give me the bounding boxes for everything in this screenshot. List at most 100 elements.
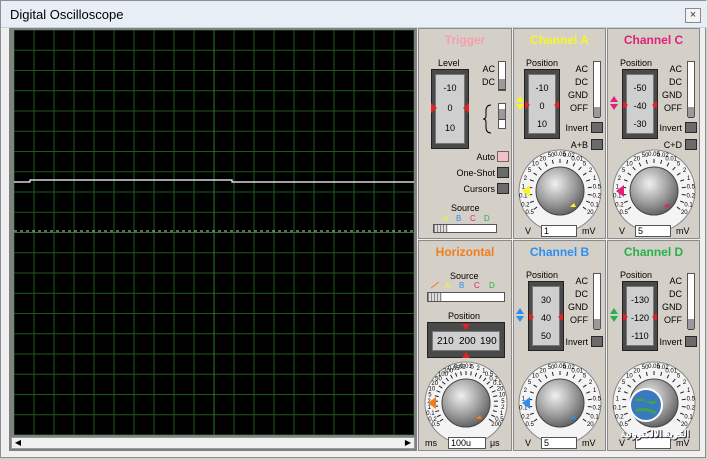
- trigger-marker-right-icon: [463, 103, 469, 113]
- dial-tick-label: 10: [626, 373, 633, 379]
- scope-screen: [13, 29, 415, 436]
- dial-tick-label: 0.5: [432, 422, 441, 428]
- oscilloscope-window: Digital Oscilloscope × ◀ ▶ Trigger Level…: [0, 0, 707, 458]
- trigger-auto-button[interactable]: [497, 151, 509, 162]
- channel-b-off-label: OFF: [570, 315, 588, 325]
- channel-c-marker-down-icon: [610, 104, 618, 110]
- dial-tick-label: 20: [633, 156, 640, 162]
- trigger-source-slider[interactable]: [433, 224, 497, 233]
- horizontal-position-wheel[interactable]: 210 200 190: [427, 322, 505, 358]
- channel-c-volts-dial[interactable]: 0.50.20.1125102050 0.050.020.015210.50.20…: [612, 149, 696, 233]
- scroll-left-icon[interactable]: ◀: [12, 438, 24, 448]
- trigger-edge-slider[interactable]: [498, 103, 506, 129]
- channel-a-volts-dial[interactable]: 0.50.20.1125102050 0.050.020.015210.50.20…: [518, 149, 602, 233]
- channel-b-unit-right: mV: [582, 438, 596, 448]
- channel-c-ac-label: AC: [669, 64, 682, 74]
- horizontal-timebase-dial[interactable]: 0.50.20.11251020501002000.050.020.015 2 10…: [424, 361, 508, 445]
- channel-d-panel: Channel D Position -130 -120 -110 AC DC …: [607, 240, 700, 451]
- trigger-scale-bot: 10: [444, 123, 455, 133]
- horizontal-scale-right: 190: [480, 336, 497, 347]
- dial-tick-label: 0.5: [593, 185, 602, 191]
- channel-c-coupling-slider[interactable]: [687, 61, 695, 118]
- horizontal-source-a: A: [445, 281, 451, 290]
- channel-d-ac-label: AC: [669, 276, 682, 286]
- scope-grid: [13, 29, 415, 436]
- channel-c-title: Channel C: [623, 33, 684, 47]
- trigger-dc-label: DC: [482, 77, 495, 87]
- channel-d-scale-mid: -120: [630, 313, 649, 323]
- channel-d-level-left-icon: [623, 313, 628, 321]
- dial-tick-label: 10: [626, 161, 633, 167]
- trigger-coupling-slider[interactable]: [498, 61, 506, 91]
- horizontal-source-label: Source: [450, 271, 479, 281]
- dial-tick-label: 0.2: [593, 406, 602, 412]
- scope-frame: ◀ ▶: [9, 28, 417, 451]
- channel-d-invert-button[interactable]: [685, 336, 697, 347]
- channel-b-coupling-slider[interactable]: [593, 273, 601, 330]
- dial-tick-label: 0.1: [426, 411, 435, 417]
- dial-tick-label: 0.1: [684, 414, 693, 420]
- channel-b-ac-label: AC: [575, 276, 588, 286]
- horizontal-position-label: Position: [448, 311, 481, 321]
- channel-b-panel: Channel B Position 30 40 50 AC DC GND OF…: [513, 240, 606, 451]
- channel-b-scale-mid: 40: [540, 313, 551, 323]
- trigger-ac-label: AC: [482, 64, 495, 74]
- horizontal-scale-left: 210: [437, 336, 454, 347]
- trigger-scale-top: -10: [443, 83, 457, 93]
- trigger-oneshot-button[interactable]: [497, 167, 509, 178]
- dial-tick-label: 0.1: [590, 414, 599, 420]
- horizontal-source-slider[interactable]: [427, 292, 505, 302]
- channel-a-invert-button[interactable]: [591, 122, 603, 133]
- channel-d-title: Channel D: [623, 245, 684, 259]
- dial-tick-label: 10: [429, 387, 436, 393]
- horizontal-title: Horizontal: [435, 245, 495, 259]
- dial-tick-label: 10: [499, 393, 506, 399]
- scroll-right-icon[interactable]: ▶: [402, 438, 414, 448]
- channel-c-scale-mid: -40: [633, 101, 647, 111]
- dial-knob[interactable]: [535, 378, 585, 428]
- channel-c-value-field[interactable]: 5: [635, 225, 671, 237]
- dial-tick-label: 200: [491, 422, 502, 428]
- channel-a-gnd-label: GND: [568, 90, 588, 100]
- dial-knob[interactable]: [535, 166, 585, 216]
- channel-b-value-field[interactable]: 5: [541, 437, 577, 449]
- trigger-auto-label: Auto: [476, 152, 495, 162]
- trigger-source-b: B: [456, 214, 462, 223]
- dial-tick-label: 0.2: [521, 414, 530, 420]
- channel-d-gnd-label: GND: [662, 302, 682, 312]
- channel-d-scale-top: -130: [630, 295, 649, 305]
- channel-a-value-field[interactable]: 1: [541, 225, 577, 237]
- channel-b-dc-label: DC: [575, 289, 588, 299]
- horizontal-unit-left: ms: [425, 438, 437, 448]
- channel-c-invert-button[interactable]: [685, 122, 697, 133]
- channel-b-level-left-icon: [529, 313, 534, 321]
- dial-tick-label: 20: [539, 368, 546, 374]
- trigger-oneshot-label: One-Shot: [456, 168, 495, 178]
- channel-d-coupling-slider[interactable]: [687, 273, 695, 330]
- horizontal-scrollbar[interactable]: ◀ ▶: [11, 437, 415, 449]
- dial-tick: [460, 371, 462, 376]
- dial-knob[interactable]: [629, 166, 679, 216]
- trigger-source-a: A: [443, 214, 449, 223]
- close-button[interactable]: ×: [685, 8, 701, 23]
- channel-c-panel: Channel C Position -50 -40 -30 AC DC GND…: [607, 28, 700, 239]
- channel-b-scale-top: 30: [540, 295, 551, 305]
- dial-knob[interactable]: [441, 378, 491, 428]
- channel-c-dc-label: DC: [669, 77, 682, 87]
- channel-a-coupling-slider[interactable]: [593, 61, 601, 118]
- channel-b-volts-dial[interactable]: 0.50.20.1125102050 0.050.020.015210.50.20…: [518, 361, 602, 445]
- horizontal-value-field[interactable]: 100u: [448, 437, 486, 449]
- channel-a-off-label: OFF: [570, 103, 588, 113]
- window-title: Digital Oscilloscope: [10, 7, 124, 22]
- trigger-cursors-label: Cursors: [463, 184, 495, 194]
- channel-a-title: Channel A: [530, 33, 589, 47]
- channel-a-marker-up-icon: [516, 96, 524, 102]
- horizontal-source-d: D: [489, 281, 495, 290]
- channel-a-dc-label: DC: [575, 77, 588, 87]
- horizontal-source-b: B: [459, 281, 465, 290]
- dial-tick-label: 0.5: [593, 397, 602, 403]
- channel-b-invert-button[interactable]: [591, 336, 603, 347]
- trigger-cursors-button[interactable]: [497, 183, 509, 194]
- dial-tick-label: 0.5: [526, 210, 535, 216]
- title-bar: Digital Oscilloscope ×: [1, 1, 707, 28]
